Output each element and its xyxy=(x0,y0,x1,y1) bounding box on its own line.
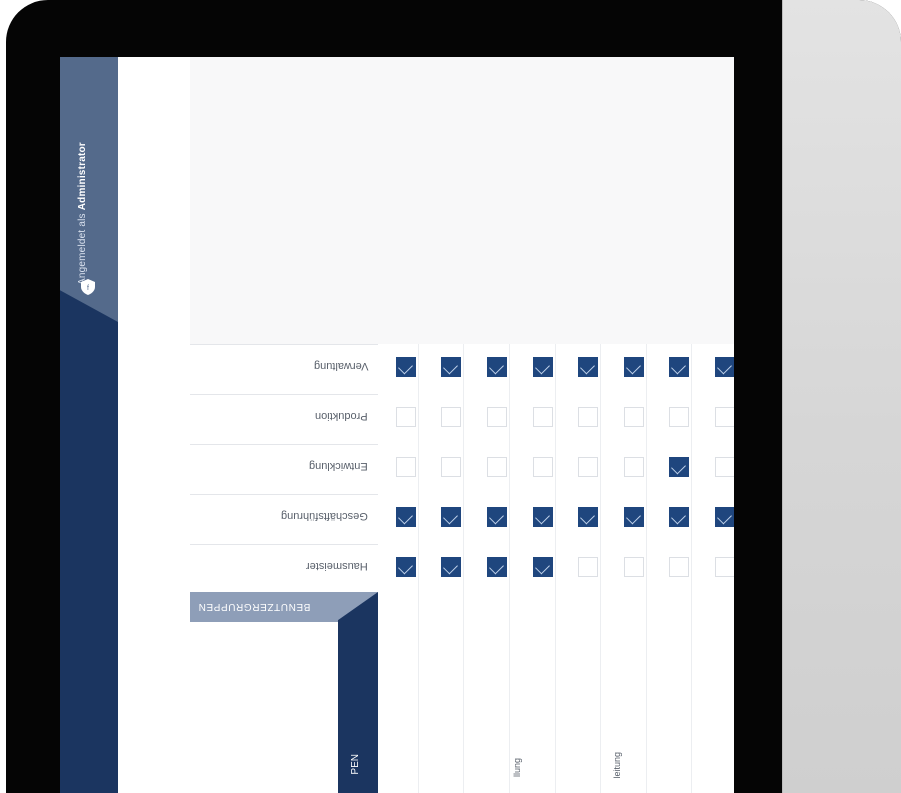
checked-checkbox[interactable] xyxy=(578,507,598,527)
logged-in-user: Administrator xyxy=(77,142,88,211)
checked-checkbox[interactable] xyxy=(441,507,461,527)
checked-checkbox[interactable] xyxy=(441,357,461,377)
empty-checkbox[interactable] xyxy=(715,457,734,477)
group-header-label: BENUTZERGRUPPEN xyxy=(198,601,311,612)
checked-checkbox[interactable] xyxy=(715,357,734,377)
checked-checkbox[interactable] xyxy=(441,557,461,577)
checked-checkbox[interactable] xyxy=(396,357,416,377)
checked-checkbox[interactable] xyxy=(396,557,416,577)
checked-checkbox[interactable] xyxy=(487,357,507,377)
empty-checkbox[interactable] xyxy=(533,407,553,427)
checked-checkbox[interactable] xyxy=(578,357,598,377)
logged-in-info: Angemeldet als Administrator xyxy=(77,142,88,285)
column-divider xyxy=(555,344,556,793)
row-label-text: Verwaltung xyxy=(313,360,368,372)
checked-checkbox[interactable] xyxy=(669,357,689,377)
checked-checkbox[interactable] xyxy=(715,507,734,527)
empty-checkbox[interactable] xyxy=(715,557,734,577)
empty-checkbox[interactable] xyxy=(669,557,689,577)
empty-checkbox[interactable] xyxy=(578,557,598,577)
column-divider xyxy=(691,344,692,793)
empty-checkbox[interactable] xyxy=(533,457,553,477)
checked-checkbox[interactable] xyxy=(487,507,507,527)
empty-checkbox[interactable] xyxy=(396,457,416,477)
shield-icon: f xyxy=(81,279,95,295)
empty-checkbox[interactable] xyxy=(669,407,689,427)
empty-checkbox[interactable] xyxy=(441,457,461,477)
empty-checkbox[interactable] xyxy=(396,407,416,427)
permission-matrix: BENUTZERGRUPPEN PEN llung leitung Verwal… xyxy=(190,344,734,793)
row-label: Verwaltung xyxy=(190,344,378,391)
column-divider xyxy=(509,344,510,793)
row-label: Entwicklung xyxy=(190,444,378,491)
empty-checkbox[interactable] xyxy=(624,557,644,577)
checked-checkbox[interactable] xyxy=(624,357,644,377)
group-column-header: PEN xyxy=(338,592,378,793)
column-divider xyxy=(600,344,601,793)
empty-checkbox[interactable] xyxy=(487,407,507,427)
empty-checkbox[interactable] xyxy=(487,457,507,477)
column-divider xyxy=(646,344,647,793)
column-divider xyxy=(463,344,464,793)
row-label: Geschäftsführung xyxy=(190,494,378,541)
row-label-text: Entwicklung xyxy=(309,460,368,472)
app-screen: Angemeldet als Administrator f BENUTZERG… xyxy=(60,57,734,793)
empty-checkbox[interactable] xyxy=(624,407,644,427)
column-divider xyxy=(418,344,419,793)
empty-checkbox[interactable] xyxy=(624,457,644,477)
checked-checkbox[interactable] xyxy=(669,507,689,527)
row-label: Hausmeister xyxy=(190,544,378,591)
checked-checkbox[interactable] xyxy=(487,557,507,577)
empty-checkbox[interactable] xyxy=(578,457,598,477)
content-area xyxy=(190,57,734,344)
checked-checkbox[interactable] xyxy=(533,357,553,377)
row-label-text: Produktion xyxy=(315,410,368,422)
logged-in-prefix: Angemeldet als xyxy=(77,213,88,285)
app-sidebar: Angemeldet als Administrator f xyxy=(60,57,118,793)
svg-text:f: f xyxy=(87,285,89,292)
empty-checkbox[interactable] xyxy=(578,407,598,427)
column-label-2: leitung xyxy=(612,752,622,779)
column-label-1: llung xyxy=(512,757,522,777)
checked-checkbox[interactable] xyxy=(533,557,553,577)
checked-checkbox[interactable] xyxy=(396,507,416,527)
group-side-label: PEN xyxy=(350,754,361,775)
checked-checkbox[interactable] xyxy=(624,507,644,527)
empty-checkbox[interactable] xyxy=(441,407,461,427)
row-label-text: Hausmeister xyxy=(306,560,368,572)
device-side xyxy=(782,0,901,793)
row-label-text: Geschäftsführung xyxy=(281,510,368,522)
checked-checkbox[interactable] xyxy=(533,507,553,527)
checked-checkbox[interactable] xyxy=(669,457,689,477)
empty-checkbox[interactable] xyxy=(715,407,734,427)
row-label: Produktion xyxy=(190,394,378,441)
navigation-panel xyxy=(118,57,190,793)
